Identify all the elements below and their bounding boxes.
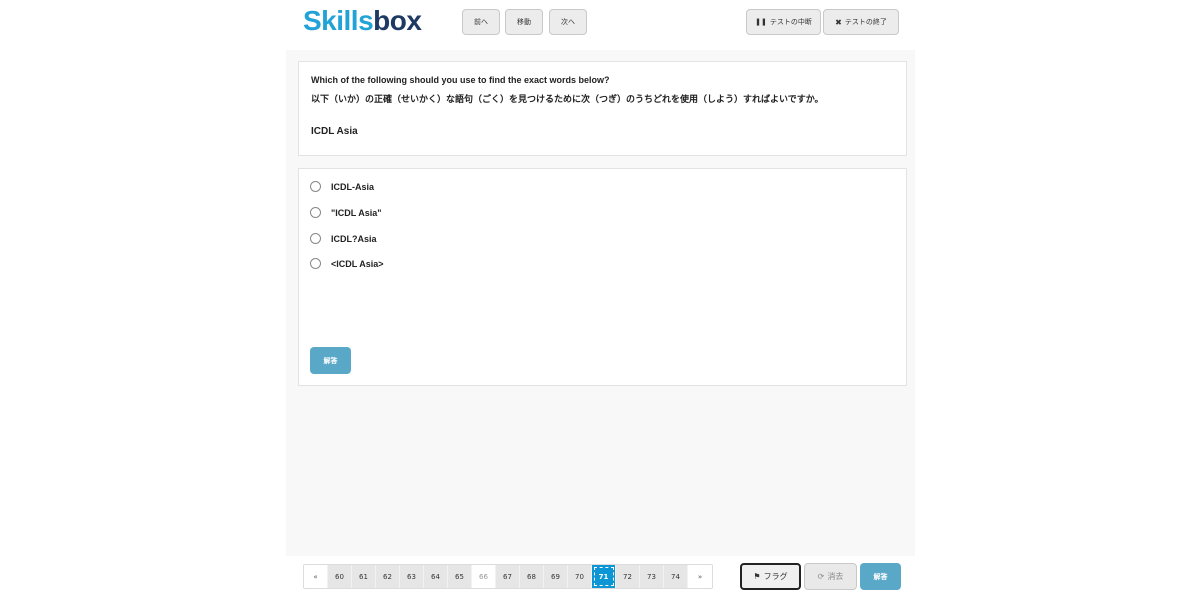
pause-test-button[interactable]: ❚❚ テストの中断 [746, 9, 821, 35]
close-icon: ✖ [835, 17, 842, 27]
page-68[interactable]: 68 [520, 565, 544, 588]
clear-button[interactable]: ⟳ 消去 [804, 563, 857, 590]
flag-icon: ⚑ [753, 572, 761, 581]
prev-button[interactable]: 前へ [462, 9, 500, 35]
page-64[interactable]: 64 [424, 565, 448, 588]
radio-button[interactable] [310, 233, 321, 244]
app-window: Skillsbox 前へ 移動 次へ ❚❚ テストの中断 ✖ テストの終了 Wh… [286, 0, 915, 600]
move-button[interactable]: 移動 [505, 9, 543, 35]
answer-option[interactable]: "ICDL Asia" [310, 207, 382, 218]
flag-button[interactable]: ⚑ フラグ [740, 563, 801, 590]
question-text-japanese: 以下（いか）の正確（せいかく）な語句（ごく）を見つけるために次（つぎ）のうちどれ… [311, 95, 824, 105]
answer-option[interactable]: ICDL-Asia [310, 181, 374, 192]
page-67[interactable]: 67 [496, 565, 520, 588]
skillsbox-logo: Skillsbox [303, 5, 422, 36]
submit-answer-button[interactable]: 解答 [310, 347, 351, 374]
page-74[interactable]: 74 [664, 565, 688, 588]
finish-test-button[interactable]: ✖ テストの終了 [823, 9, 899, 35]
page-70[interactable]: 70 [568, 565, 592, 588]
page-65[interactable]: 65 [448, 565, 472, 588]
page-63[interactable]: 63 [400, 565, 424, 588]
radio-button[interactable] [310, 207, 321, 218]
next-button[interactable]: 次へ [549, 9, 587, 35]
radio-button[interactable] [310, 258, 321, 269]
radio-button[interactable] [310, 181, 321, 192]
page-69[interactable]: 69 [544, 565, 568, 588]
answer-option[interactable]: <ICDL Asia> [310, 258, 384, 269]
search-term: ICDL Asia [311, 126, 358, 137]
page-66[interactable]: 66 [472, 565, 496, 588]
question-text-english: Which of the following should you use to… [311, 75, 610, 85]
header-bar: Skillsbox 前へ 移動 次へ ❚❚ テストの中断 ✖ テストの終了 [286, 0, 915, 50]
refresh-icon: ⟳ [817, 572, 825, 581]
page-71-current[interactable]: 71 [592, 565, 616, 588]
pagination-next[interactable]: » [688, 565, 712, 588]
question-panel: Which of the following should you use to… [298, 61, 907, 156]
answers-panel: ICDL-Asia "ICDL Asia" ICDL?Asia <ICDL As… [298, 168, 907, 386]
page-72[interactable]: 72 [616, 565, 640, 588]
pause-icon: ❚❚ [755, 18, 767, 26]
footer-bar: « 60 61 62 63 64 65 66 67 68 69 70 71 72… [286, 556, 915, 600]
page-61[interactable]: 61 [352, 565, 376, 588]
pagination-prev[interactable]: « [304, 565, 328, 588]
question-pagination: « 60 61 62 63 64 65 66 67 68 69 70 71 72… [303, 564, 713, 589]
page-73[interactable]: 73 [640, 565, 664, 588]
page-60[interactable]: 60 [328, 565, 352, 588]
footer-answer-button[interactable]: 解答 [860, 563, 901, 590]
page-62[interactable]: 62 [376, 565, 400, 588]
answer-option[interactable]: ICDL?Asia [310, 233, 377, 244]
